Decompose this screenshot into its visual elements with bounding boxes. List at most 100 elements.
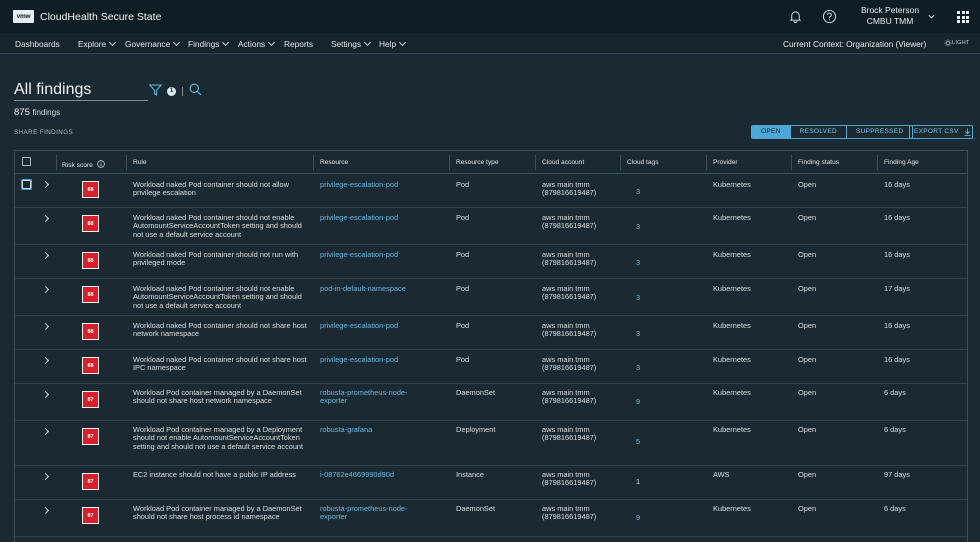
- row-checkbox[interactable]: [22, 180, 31, 189]
- resource-type-cell: Pod: [456, 250, 470, 259]
- finding-age-cell: 16 days: [884, 250, 910, 259]
- resource-link[interactable]: privilege-escalation-pod: [320, 250, 445, 259]
- column-finding-age[interactable]: Finding Age: [884, 159, 919, 166]
- finding-age-cell: 6 days: [884, 388, 906, 397]
- column-rule[interactable]: Rule: [133, 159, 147, 166]
- table-row[interactable]: 87 Workload Pod container managed by a D…: [15, 421, 967, 466]
- cloud-tags-count[interactable]: 3: [636, 258, 640, 267]
- cloud-tags-count[interactable]: 3: [636, 222, 640, 231]
- export-csv-button[interactable]: EXPORT CSV: [909, 125, 973, 139]
- chevron-down-icon: [173, 38, 181, 47]
- chevron-down-icon: [399, 38, 407, 47]
- resource-link[interactable]: privilege-escalation-pod: [320, 180, 445, 189]
- resource-type-cell: Pod: [456, 321, 470, 330]
- cloud-tags-count[interactable]: 3: [636, 363, 640, 372]
- risk-score-badge: 88: [82, 181, 99, 198]
- table-row[interactable]: 88 Workload naked Pod container should n…: [15, 279, 967, 316]
- table-row[interactable]: 87 Workload Pod container managed by a D…: [15, 500, 967, 537]
- table-row[interactable]: 87 Workload Pod container managed by a D…: [15, 384, 967, 421]
- chevron-right-icon[interactable]: [41, 214, 50, 223]
- cloud-tags-count[interactable]: 1: [636, 477, 640, 486]
- tab-suppressed[interactable]: SUPPRESSED: [845, 126, 912, 138]
- finding-status-cell: Open: [798, 213, 817, 222]
- nav-governance[interactable]: Governance: [125, 38, 181, 49]
- tab-resolved[interactable]: RESOLVED: [789, 126, 846, 138]
- sun-icon[interactable]: [944, 39, 952, 47]
- finding-status-cell: Open: [798, 321, 817, 330]
- resource-link[interactable]: robusta-grafana: [320, 425, 445, 434]
- info-icon[interactable]: [96, 160, 105, 168]
- column-risk-score[interactable]: Risk score: [62, 159, 105, 169]
- resource-link[interactable]: i-08762e4669990d90d: [320, 470, 445, 479]
- cloud-account-cell: aws main tmm (879816619487): [542, 250, 597, 268]
- help-icon[interactable]: [822, 9, 837, 24]
- rule-cell: Workload naked Pod container should not …: [133, 284, 302, 310]
- finding-status-cell: Open: [798, 250, 817, 259]
- cloud-tags-count[interactable]: 3: [636, 293, 640, 302]
- table-header: Risk score Rule Resource Resource type C…: [15, 151, 967, 174]
- table-row[interactable]: 88 Workload naked Pod container should n…: [15, 174, 967, 208]
- chevron-right-icon[interactable]: [41, 390, 50, 399]
- finding-status-cell: Open: [798, 388, 817, 397]
- chevron-right-icon[interactable]: [41, 472, 50, 481]
- column-finding-status[interactable]: Finding status: [798, 159, 839, 166]
- cloud-tags-count[interactable]: 3: [636, 187, 640, 196]
- table-row[interactable]: 88 Workload naked Pod container should n…: [15, 316, 967, 350]
- cloud-account-cell: aws main tmm (879816619487): [542, 504, 597, 522]
- cloud-tags-count[interactable]: 3: [636, 329, 640, 338]
- tab-open[interactable]: OPEN: [752, 126, 790, 138]
- column-resource[interactable]: Resource: [320, 159, 348, 166]
- column-cloud-account[interactable]: Cloud account: [542, 159, 584, 166]
- chevron-right-icon[interactable]: [41, 251, 50, 260]
- resource-link[interactable]: privilege-escalation-pod: [320, 321, 445, 330]
- resource-link[interactable]: privilege-escalation-pod: [320, 213, 445, 222]
- user-menu[interactable]: Brock Peterson CMBU TMM: [840, 5, 940, 27]
- rule-cell: Workload Pod container managed by a Daem…: [133, 388, 302, 406]
- nav-help[interactable]: Help: [379, 38, 407, 49]
- rule-cell: EC2 instance should not have a public IP…: [133, 470, 296, 479]
- nav-findings[interactable]: Findings: [188, 38, 230, 49]
- cloud-tags-count[interactable]: 5: [636, 437, 640, 446]
- cloud-tags-count[interactable]: 9: [636, 397, 640, 406]
- chevron-right-icon[interactable]: [41, 506, 50, 515]
- resource-link[interactable]: privilege-escalation-pod: [320, 355, 445, 364]
- table-row[interactable]: 88 Workload naked Pod container should n…: [15, 350, 967, 384]
- table-row[interactable]: 88 Workload naked Pod container should n…: [15, 208, 967, 245]
- app-switcher-icon[interactable]: [957, 11, 969, 23]
- findings-table: Risk score Rule Resource Resource type C…: [14, 150, 968, 542]
- app-title[interactable]: CloudHealth Secure State: [40, 11, 161, 23]
- table-row[interactable]: 88 Workload naked Pod container should n…: [15, 245, 967, 279]
- rule-cell: Workload naked Pod container should not …: [133, 355, 307, 373]
- column-cloud-tags[interactable]: Cloud tags: [627, 159, 659, 166]
- cloud-tags-count[interactable]: 9: [636, 513, 640, 522]
- nav-explore[interactable]: Explore: [78, 38, 117, 49]
- chevron-right-icon[interactable]: [41, 285, 50, 294]
- chevron-right-icon[interactable]: [41, 427, 50, 436]
- nav-dashboards[interactable]: Dashboards: [15, 39, 60, 49]
- theme-toggle[interactable]: LIGHT: [952, 40, 970, 46]
- column-provider[interactable]: Provider: [713, 159, 738, 166]
- select-all-checkbox[interactable]: [22, 157, 31, 166]
- search-icon[interactable]: [189, 83, 202, 96]
- resource-link[interactable]: pod-in-default-namespace: [320, 284, 445, 293]
- chevron-right-icon[interactable]: [41, 356, 50, 365]
- finding-age-cell: 16 days: [884, 355, 910, 364]
- provider-cell: Kubernetes: [713, 180, 751, 189]
- nav-reports[interactable]: Reports: [284, 39, 313, 49]
- nav-actions[interactable]: Actions: [238, 38, 276, 49]
- rule-cell: Workload naked Pod container should not …: [133, 250, 299, 268]
- current-context-selector[interactable]: Current Context: Organization (Viewer): [783, 39, 926, 49]
- chevron-right-icon[interactable]: [41, 322, 50, 331]
- resource-link[interactable]: robusta-prometheus-node-exporter: [320, 504, 430, 522]
- filter-icon[interactable]: [149, 84, 162, 96]
- chevron-down-icon: [363, 38, 372, 47]
- table-row[interactable]: 87 EC2 instance should not have a public…: [15, 466, 967, 500]
- column-resource-type[interactable]: Resource type: [456, 159, 499, 166]
- share-findings-link[interactable]: SHARE FINDINGS: [14, 129, 73, 136]
- nav-settings[interactable]: Settings: [331, 38, 372, 49]
- bell-icon[interactable]: [789, 10, 802, 23]
- finding-age-cell: 97 days: [884, 470, 910, 479]
- resource-link[interactable]: robusta-prometheus-node-exporter: [320, 388, 430, 406]
- chevron-down-icon[interactable]: [927, 12, 936, 21]
- chevron-right-icon[interactable]: [41, 180, 50, 189]
